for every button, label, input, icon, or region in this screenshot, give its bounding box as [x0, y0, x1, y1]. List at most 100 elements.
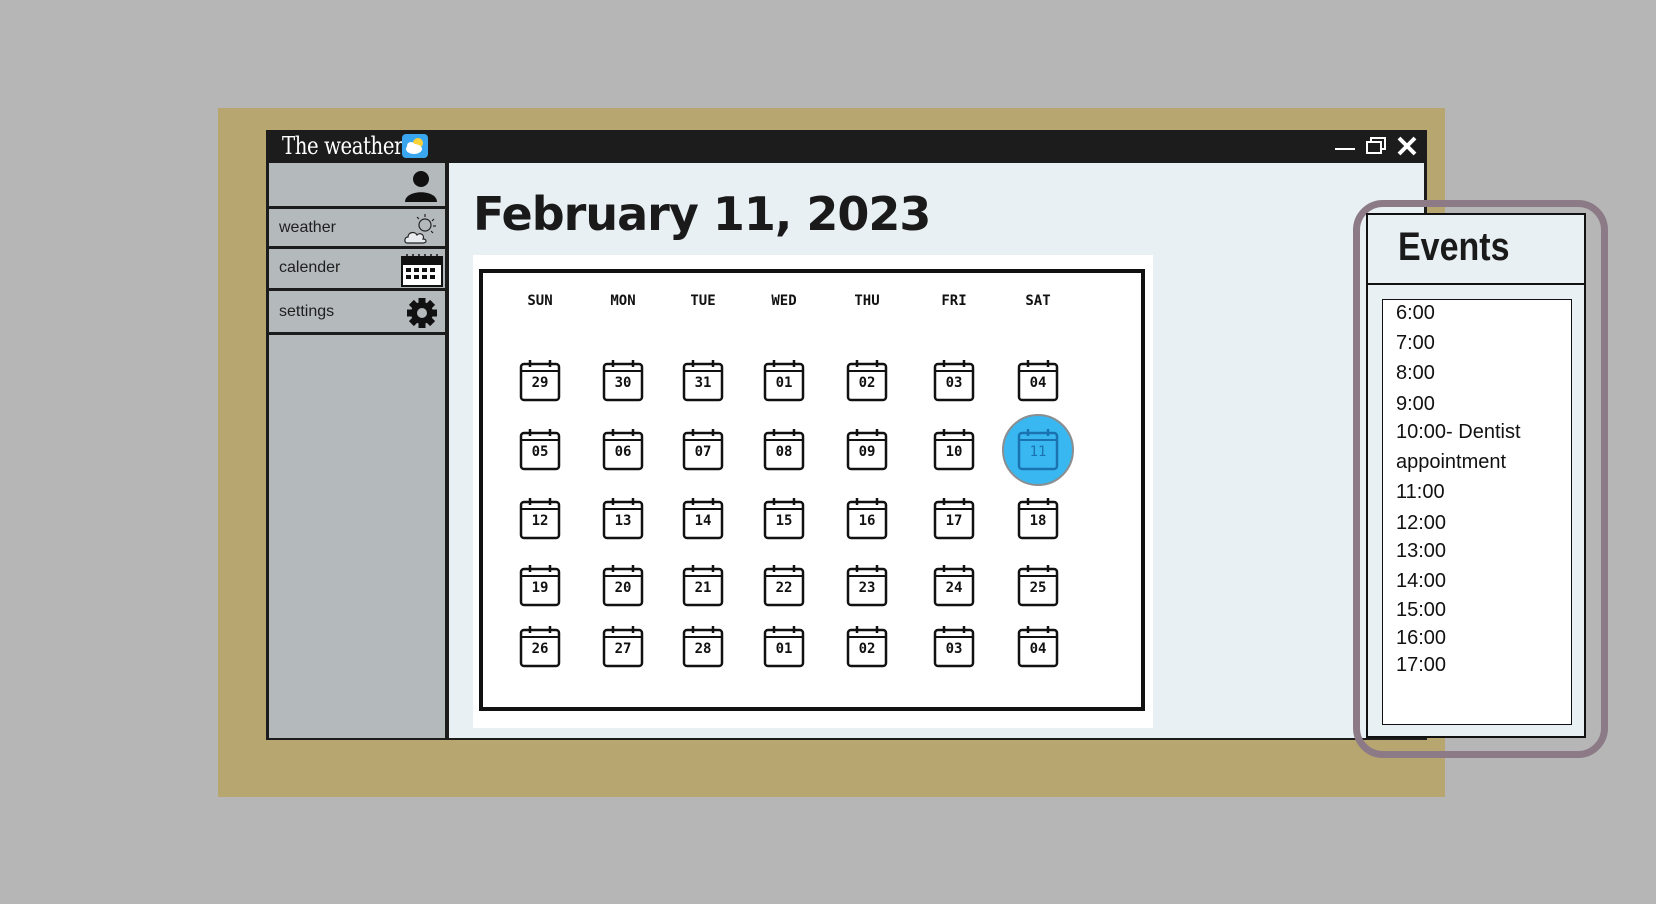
sidebar-item-label: weather [279, 219, 336, 236]
event-slot[interactable]: 9:00 [1396, 393, 1435, 415]
title-bar[interactable]: The weather [266, 130, 1427, 162]
calendar-day[interactable]: 03 [931, 624, 977, 670]
calendar-day-number: 07 [694, 444, 712, 460]
sidebar-item-calender[interactable]: calender [269, 249, 445, 291]
calendar-day[interactable]: 04 [1015, 358, 1061, 404]
calendar-day[interactable]: 01 [761, 358, 807, 404]
app-window: The weather weather calender settings Fe… [266, 130, 1608, 758]
calendar-day-number: 02 [858, 641, 876, 657]
calendar-day[interactable]: 08 [761, 427, 807, 473]
weekday-header: SAT [1025, 293, 1051, 309]
calendar-day[interactable]: 09 [844, 427, 890, 473]
calendar-day[interactable]: 28 [680, 624, 726, 670]
calendar-day[interactable]: 10 [931, 427, 977, 473]
calendar-icon [401, 253, 443, 291]
event-slot[interactable]: 10:00- Dentist [1396, 421, 1521, 443]
calendar-day-number: 03 [945, 375, 963, 391]
calendar-day[interactable]: 29 [517, 358, 563, 404]
main-content: February 11, 2023 SUN MON TUE WED THU FRI SAT 2… [449, 163, 1608, 758]
sidebar-item-weather[interactable]: weather [269, 209, 445, 249]
calendar-day-number: 27 [614, 641, 632, 657]
event-slot[interactable]: 17:00 [1396, 654, 1446, 676]
calendar-day-number: 30 [614, 375, 632, 391]
calendar-day[interactable]: 18 [1015, 496, 1061, 542]
app-title: The weather [282, 132, 404, 160]
calendar-day-number: 28 [694, 641, 712, 657]
restore-button[interactable] [1362, 133, 1390, 159]
calendar-day-number: 23 [858, 580, 876, 596]
calendar-container: SUN MON TUE WED THU FRI SAT 29 30 31 01 02 03 04 05 06 0… [473, 255, 1153, 728]
gear-icon [405, 297, 439, 333]
events-list[interactable]: 6:00 7:00 8:00 9:00 10:00- Dentist appointmen… [1382, 299, 1572, 725]
calendar-day-number: 08 [775, 444, 793, 460]
sidebar-item-settings[interactable]: settings [269, 291, 445, 335]
event-slot[interactable]: appointment [1396, 451, 1506, 473]
calendar-day-number: 13 [614, 513, 632, 529]
weekday-header: SUN [527, 293, 553, 309]
calendar-day[interactable]: 23 [844, 563, 890, 609]
calendar-day[interactable]: 07 [680, 427, 726, 473]
user-icon [403, 169, 439, 207]
sidebar-item-label: calender [279, 259, 341, 276]
sidebar-item-label: settings [279, 303, 335, 320]
calendar-day[interactable]: 26 [517, 624, 563, 670]
calendar-day-number: 10 [945, 444, 963, 460]
calendar-day[interactable]: 03 [931, 358, 977, 404]
calendar-day[interactable]: 02 [844, 358, 890, 404]
calendar-day-number: 06 [614, 444, 632, 460]
calendar-day[interactable]: 27 [600, 624, 646, 670]
calendar-day[interactable]: 05 [517, 427, 563, 473]
calendar-day[interactable]: 02 [844, 624, 890, 670]
events-title: Events [1398, 225, 1510, 269]
calendar-day-number: 11 [1029, 444, 1047, 460]
calendar-day[interactable]: 21 [680, 563, 726, 609]
weather-icon [403, 211, 439, 251]
calendar-day-number: 16 [858, 513, 876, 529]
event-slot[interactable]: 8:00 [1396, 362, 1435, 384]
calendar-day[interactable]: 14 [680, 496, 726, 542]
event-slot[interactable]: 15:00 [1396, 599, 1446, 621]
calendar-day-number: 31 [694, 375, 712, 391]
event-slot[interactable]: 13:00 [1396, 540, 1446, 562]
sidebar-item-profile[interactable] [269, 163, 445, 209]
event-slot[interactable]: 11:00 [1396, 481, 1445, 503]
calendar-day[interactable]: 16 [844, 496, 890, 542]
calendar-day-number: 04 [1029, 641, 1047, 657]
event-slot[interactable]: 7:00 [1396, 332, 1435, 354]
minimize-button[interactable] [1331, 133, 1359, 159]
events-divider [1368, 283, 1584, 285]
calendar-day-number: 09 [858, 444, 876, 460]
calendar-day[interactable]: 13 [600, 496, 646, 542]
calendar-day[interactable]: 06 [600, 427, 646, 473]
calendar-day[interactable]: 31 [680, 358, 726, 404]
calendar-day[interactable]: 01 [761, 624, 807, 670]
weekday-header: WED [771, 293, 797, 309]
event-slot[interactable]: 6:00 [1396, 302, 1435, 324]
calendar-day[interactable]: 24 [931, 563, 977, 609]
calendar-day-number: 19 [531, 580, 549, 596]
calendar-day-number: 02 [858, 375, 876, 391]
event-slot[interactable]: 12:00 [1396, 512, 1446, 534]
close-button[interactable] [1393, 133, 1421, 159]
weekday-header: FRI [941, 293, 967, 309]
calendar-day[interactable]: 25 [1015, 563, 1061, 609]
calendar-day-selected[interactable]: 11 [1002, 414, 1074, 486]
calendar-day[interactable]: 12 [517, 496, 563, 542]
event-slot[interactable]: 16:00 [1396, 627, 1446, 649]
calendar-day[interactable]: 22 [761, 563, 807, 609]
calendar-day[interactable]: 17 [931, 496, 977, 542]
calendar-day[interactable]: 30 [600, 358, 646, 404]
calendar-day[interactable]: 19 [517, 563, 563, 609]
calendar-day-number: 04 [1029, 375, 1047, 391]
calendar-day[interactable]: 04 [1015, 624, 1061, 670]
calendar-day[interactable]: 15 [761, 496, 807, 542]
calendar-day-number: 15 [775, 513, 793, 529]
weekday-header: THU [854, 293, 880, 309]
calendar-day-number: 12 [531, 513, 549, 529]
calendar-day[interactable]: 20 [600, 563, 646, 609]
calendar-day-number: 03 [945, 641, 963, 657]
event-slot[interactable]: 14:00 [1396, 570, 1446, 592]
calendar-grid: SUN MON TUE WED THU FRI SAT 29 30 31 01 02 03 04 05 06 0… [479, 269, 1145, 711]
weather-app-icon [402, 134, 428, 158]
calendar-day-number: 01 [775, 375, 793, 391]
